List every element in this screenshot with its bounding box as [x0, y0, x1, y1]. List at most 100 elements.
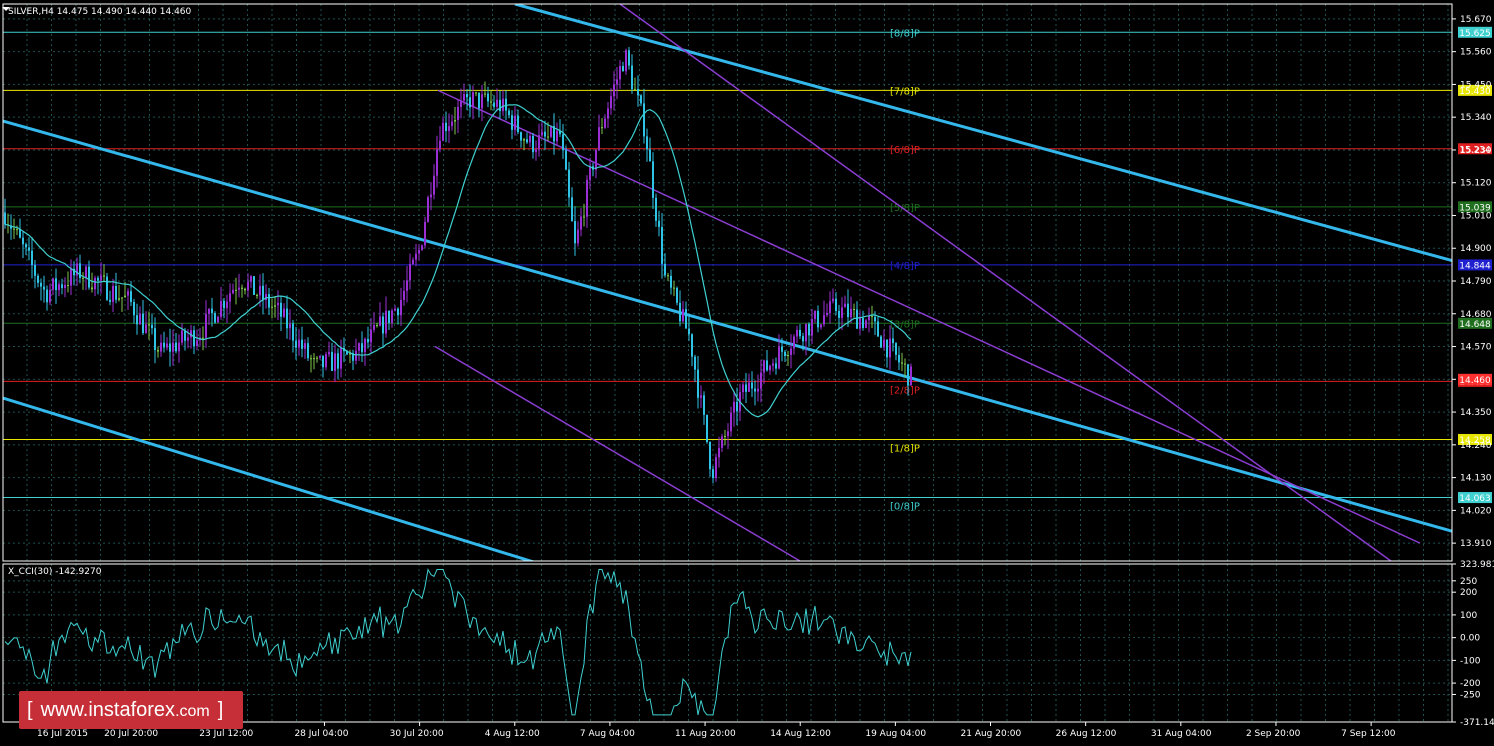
candle-body: [328, 352, 330, 355]
candle-body: [757, 388, 759, 392]
candle-body: [418, 249, 420, 254]
candle-body: [181, 330, 183, 343]
candle-body: [406, 280, 408, 291]
time-tick-label: 26 Aug 12:00: [1056, 729, 1117, 739]
candle-body: [637, 88, 639, 96]
candle-body: [433, 175, 435, 195]
time-tick-label: 11 Aug 20:00: [675, 729, 736, 739]
price-tick-label: 14.680: [1460, 310, 1492, 320]
candle-body: [733, 401, 735, 413]
price-tick-label: 14.570: [1460, 343, 1492, 353]
candle-body: [394, 308, 396, 311]
candle-body: [226, 301, 228, 309]
candle-body: [793, 336, 795, 349]
candle-body: [625, 50, 627, 72]
price-tick-label: 14.790: [1460, 277, 1492, 287]
candle-body: [631, 65, 633, 90]
candle-body: [667, 275, 669, 277]
candle-body: [715, 457, 717, 479]
candle-body: [595, 149, 597, 170]
watermark-bracket-open: [: [27, 699, 33, 721]
candle-body: [439, 140, 441, 150]
candle-body: [709, 441, 711, 470]
candle-body: [862, 318, 864, 328]
candle-body: [166, 343, 168, 348]
candle-body: [646, 136, 648, 150]
price-tick-label: 15.010: [1460, 211, 1492, 221]
candle-body: [265, 294, 267, 301]
candle-body: [721, 436, 723, 448]
candle-body: [250, 276, 252, 282]
candle-body: [298, 339, 300, 348]
candle-body: [331, 352, 333, 371]
instaforex-watermark[interactable]: [www.instaforex.com]: [19, 691, 243, 729]
candle-body: [628, 50, 630, 66]
chart-header-text: SILVER,H4 14.475 14.490 14.440 14.460: [8, 7, 192, 17]
price-tick-label: 15.340: [1460, 113, 1492, 123]
candle-body: [193, 330, 195, 347]
candle-body: [175, 342, 177, 352]
candle-body: [106, 276, 108, 300]
candle-body: [649, 149, 651, 162]
candle-body: [511, 115, 513, 130]
candle-body: [802, 336, 804, 342]
candle-body: [463, 94, 465, 101]
candle-body: [808, 323, 810, 336]
candle-body: [778, 346, 780, 369]
murrey-price-label: 14.648: [1459, 320, 1491, 330]
price-tick-label: 15.120: [1460, 179, 1492, 189]
candle-body: [178, 342, 180, 352]
candle-body: [586, 179, 588, 217]
cci-tick-label: 323.9814: [1460, 560, 1494, 570]
candle-body: [154, 328, 156, 351]
candle-body: [229, 293, 231, 302]
candle-body: [541, 131, 543, 136]
candle-body: [289, 323, 291, 329]
murrey-level-label: [6/8]P: [890, 145, 920, 156]
candle-body: [805, 323, 807, 342]
candle-body: [832, 298, 834, 302]
candle-body: [676, 287, 678, 303]
candle-body: [694, 356, 696, 370]
candle-body: [142, 313, 144, 334]
candle-body: [274, 305, 276, 307]
candle-body: [319, 355, 321, 358]
candle-body: [445, 122, 447, 131]
candle-body: [865, 320, 867, 328]
candle-body: [46, 289, 48, 303]
price-tick-label: 14.020: [1460, 506, 1492, 516]
candle-body: [358, 343, 360, 351]
watermark-bracket-close: ]: [217, 699, 224, 721]
candle-body: [481, 94, 483, 109]
candle-body: [379, 316, 381, 326]
candle-body: [412, 259, 414, 265]
cci-tick-label: 0.00: [1460, 634, 1480, 644]
candle-body: [397, 308, 399, 316]
trend-line: [434, 345, 801, 561]
candle-body: [892, 338, 894, 344]
candle-body: [835, 298, 837, 311]
candle-body: [658, 220, 660, 227]
candle-body: [457, 106, 459, 121]
candle-body: [520, 132, 522, 141]
candle-body: [877, 321, 879, 337]
candle-body: [160, 342, 162, 352]
candle-body: [859, 318, 861, 329]
candle-body: [49, 289, 51, 303]
candle-body: [436, 149, 438, 176]
murrey-level-label: [4/8]P: [890, 261, 920, 272]
candle-body: [724, 435, 726, 437]
candle-body: [151, 324, 153, 329]
candle-body: [316, 357, 318, 359]
cci-title: X_CCI(30) -142.9270: [8, 567, 102, 577]
candle-body: [478, 92, 480, 109]
candle-body: [214, 313, 216, 323]
candle-body: [262, 285, 264, 301]
candle-body: [565, 150, 567, 170]
candle-body: [766, 360, 768, 371]
candle-body: [454, 120, 456, 122]
candle-body: [307, 343, 309, 359]
candle-body: [598, 127, 600, 150]
candle-body: [85, 266, 87, 278]
candle-body: [16, 229, 18, 231]
